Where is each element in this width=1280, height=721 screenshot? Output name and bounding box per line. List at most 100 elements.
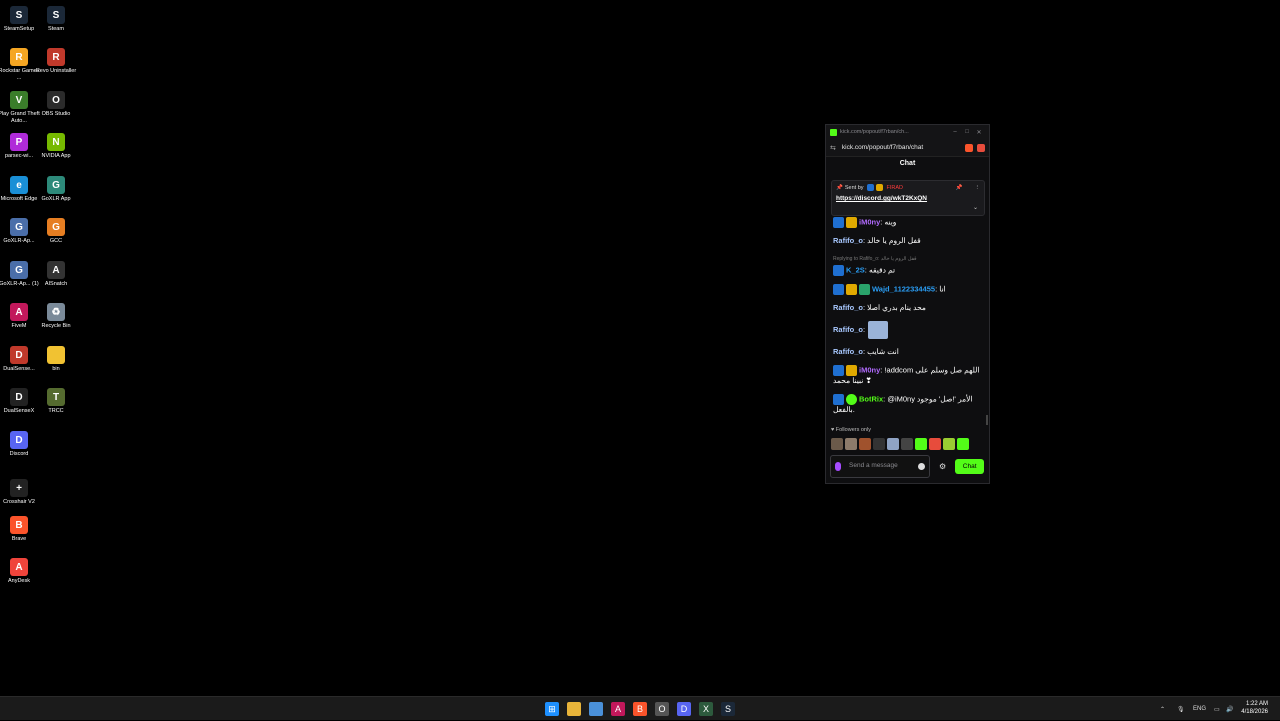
desktop-icon[interactable]: B Brave bbox=[0, 516, 38, 543]
desktop-icon[interactable]: A AISnatch bbox=[37, 261, 75, 288]
kick-chat-popout-window: kick.com/popout/f7rban/ch... – □ ✕ ⇆ kic… bbox=[825, 124, 990, 484]
chat-message[interactable]: Rafifo_o: انت شايب bbox=[833, 347, 985, 357]
desktop-icon[interactable]: D DualSenseX bbox=[0, 388, 38, 415]
brave-shields-icon[interactable] bbox=[965, 143, 973, 152]
unpin-icon[interactable]: 📌 bbox=[956, 185, 963, 191]
desktop-icon[interactable]: N NVIDIA App bbox=[37, 133, 75, 160]
excel-icon[interactable]: X bbox=[699, 702, 713, 716]
pinned-link[interactable]: https://discord.gg/wkT2KxQN bbox=[836, 195, 980, 202]
desktop-icon-label: Recycle Bin bbox=[41, 323, 71, 329]
desktop-icon[interactable]: R Rockstar Games ... bbox=[0, 48, 39, 82]
desktop-icon[interactable]: D DualSense... bbox=[0, 346, 38, 373]
desktop-icon[interactable]: V Play Grand Theft Auto... bbox=[0, 91, 40, 125]
close-icon[interactable]: ✕ bbox=[973, 129, 985, 136]
emote[interactable] bbox=[873, 438, 885, 450]
chat-message[interactable]: Replying to Rafifo_o: قفل الروم يا خالد K… bbox=[833, 254, 985, 276]
emote[interactable] bbox=[845, 438, 857, 450]
desktop-icon[interactable]: S SteamSetup bbox=[0, 6, 38, 33]
emote[interactable] bbox=[929, 438, 941, 450]
desktop-icon[interactable]: + Crosshair V2 bbox=[0, 479, 38, 506]
emote[interactable] bbox=[831, 438, 843, 450]
chat-username[interactable]: iM0ny bbox=[859, 217, 880, 226]
steam-icon[interactable]: S bbox=[721, 702, 735, 716]
emote[interactable] bbox=[915, 438, 927, 450]
discord-icon[interactable]: D bbox=[677, 702, 691, 716]
chat-message-text: : قفل الروم يا خالد bbox=[863, 236, 921, 245]
send-chat-button[interactable]: Chat bbox=[955, 458, 985, 474]
more-options-icon[interactable]: ⋮ bbox=[975, 185, 981, 191]
chat-username[interactable]: BotRix bbox=[859, 394, 883, 403]
obs-icon[interactable]: O bbox=[655, 702, 669, 716]
emote-bar bbox=[831, 438, 969, 450]
gear-icon[interactable]: ⚙ bbox=[939, 462, 946, 471]
store-icon[interactable] bbox=[589, 702, 603, 716]
desktop-icon[interactable]: T TRCC bbox=[37, 388, 75, 415]
desktop-icon[interactable]: D Discord bbox=[0, 431, 38, 458]
app-icon: D bbox=[10, 388, 28, 406]
language-indicator[interactable]: ENG bbox=[1193, 697, 1206, 721]
show-hidden-icons-chevron-icon[interactable]: ⌃ bbox=[1160, 697, 1165, 721]
emoji-icon[interactable] bbox=[918, 462, 925, 470]
emote[interactable] bbox=[901, 438, 913, 450]
desktop-icon-label: parsec-wi... bbox=[4, 153, 34, 159]
desktop-icon[interactable]: bin bbox=[37, 346, 75, 373]
microphone-icon[interactable] bbox=[835, 461, 841, 471]
desktop-icon[interactable]: R Revo Uninstaller bbox=[35, 48, 77, 75]
chat-message[interactable]: iM0ny: !addcom اللهم صل وسلم على نبينا م… bbox=[833, 365, 985, 386]
emote[interactable] bbox=[859, 438, 871, 450]
desktop-icon[interactable]: Pparsec-wi... bbox=[0, 133, 38, 160]
app-icon: G bbox=[10, 218, 28, 236]
fivem-icon[interactable]: A bbox=[611, 702, 625, 716]
chat-scrollbar[interactable] bbox=[986, 415, 988, 425]
clock[interactable]: 1:22 AM 4/18/2026 bbox=[1241, 700, 1268, 716]
chat-message[interactable]: iM0ny: وينه bbox=[833, 217, 985, 228]
desktop-icon[interactable]: A AnyDesk bbox=[0, 558, 38, 585]
chat-username[interactable]: Wajd_1122334455 bbox=[872, 284, 935, 293]
emote[interactable] bbox=[943, 438, 955, 450]
app-icon: D bbox=[10, 346, 28, 364]
chat-username[interactable]: Rafifo_o bbox=[833, 236, 863, 245]
chat-input[interactable]: Send a message bbox=[830, 454, 930, 478]
desktop-icon[interactable]: O OBS Studio bbox=[37, 91, 75, 118]
volume-icon[interactable]: 🔊 bbox=[1226, 697, 1233, 721]
chat-message[interactable]: Wajd_1122334455: انا bbox=[833, 284, 985, 295]
desktop-icon-label: Revo Uninstaller bbox=[35, 68, 77, 74]
chat-message[interactable]: Rafifo_o: محد ينام بدري اصلا bbox=[833, 303, 985, 313]
brave-rewards-icon[interactable] bbox=[977, 143, 985, 152]
desktop-icon[interactable]: G GCC bbox=[37, 218, 75, 245]
desktop-icon-label: SteamSetup bbox=[3, 26, 35, 32]
site-settings-icon[interactable]: ⇆ bbox=[830, 144, 836, 152]
app-icon: P bbox=[10, 133, 28, 151]
followers-only-notice: ♥ Followers only bbox=[831, 427, 871, 433]
start-icon[interactable]: ⊞ bbox=[545, 702, 559, 716]
emote[interactable] bbox=[887, 438, 899, 450]
chat-username[interactable]: Rafifo_o bbox=[833, 325, 863, 334]
app-icon: S bbox=[10, 6, 28, 24]
maximize-icon[interactable]: □ bbox=[961, 129, 973, 135]
chat-username[interactable]: Rafifo_o bbox=[833, 303, 863, 312]
file-explorer-icon[interactable] bbox=[567, 702, 581, 716]
chat-message-list: iM0ny: وينه Rafifo_o: قفل الروم يا خالد Re… bbox=[833, 217, 985, 423]
network-icon[interactable]: ▭ bbox=[1214, 697, 1220, 721]
chat-username[interactable]: K_2S bbox=[846, 265, 865, 274]
brave-icon[interactable]: B bbox=[633, 702, 647, 716]
desktop-icon[interactable]: G GoXLR-Ap... bbox=[0, 218, 38, 245]
gamebar-icon[interactable]: 🎙 bbox=[1177, 697, 1185, 721]
chat-username[interactable]: Rafifo_o bbox=[833, 347, 863, 356]
chat-message[interactable]: Rafifo_o: bbox=[833, 321, 985, 339]
desktop-icon[interactable]: e Microsoft Edge bbox=[0, 176, 38, 203]
chat-message[interactable]: Rafifo_o: قفل الروم يا خالد bbox=[833, 236, 985, 246]
desktop-icon[interactable]: ♻ Recycle Bin bbox=[37, 303, 75, 330]
chat-message[interactable]: BotRix: @iM0ny الأمر '!صل' موجود بالفعل. bbox=[833, 394, 985, 415]
desktop-icon[interactable]: S Steam bbox=[37, 6, 75, 33]
app-icon: S bbox=[47, 6, 65, 24]
emote[interactable] bbox=[957, 438, 969, 450]
url-text[interactable]: kick.com/popout/f7rban/chat bbox=[842, 144, 961, 151]
desktop-icon[interactable]: G GoXLR-Ap... (1) bbox=[0, 261, 39, 288]
desktop-icon-label: FiveM bbox=[11, 323, 27, 329]
desktop-icon[interactable]: A FiveM bbox=[0, 303, 38, 330]
desktop-icon[interactable]: G GoXLR App bbox=[37, 176, 75, 203]
minimize-icon[interactable]: – bbox=[949, 129, 961, 135]
chat-username[interactable]: iM0ny bbox=[859, 365, 880, 374]
chevron-down-icon[interactable]: ⌄ bbox=[973, 204, 978, 211]
